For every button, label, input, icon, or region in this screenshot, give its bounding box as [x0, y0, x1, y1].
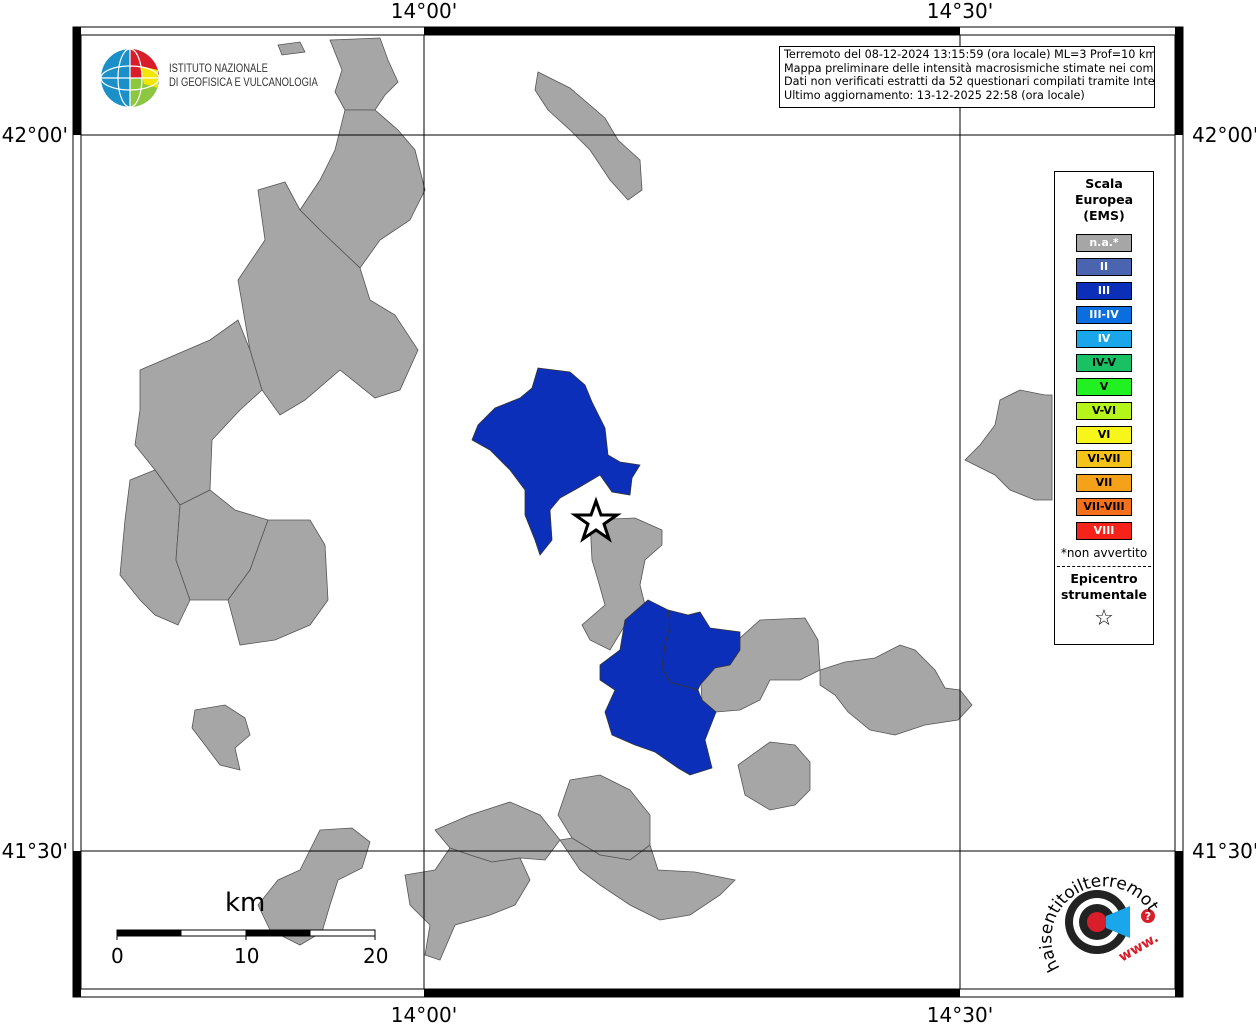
legend-note: *non avvertito [1060, 546, 1148, 560]
haisentito-logo-icon: ? haisentitoilterremoto.it www. [1030, 850, 1162, 975]
lat-label-left-1: 42°00' [2, 123, 68, 147]
info-line-1: Terremoto del 08-12-2024 13:15:59 (ora l… [784, 48, 1155, 61]
epicenter-label: Epicentro strumentale [1060, 571, 1148, 602]
ingv-logo-icon [100, 48, 160, 108]
lon-label-bottom-1: 14°00' [391, 1003, 457, 1024]
legend-swatch: III [1076, 282, 1132, 300]
ems-legend: Scala Europea (EMS) n.a.* II III III-IV IV IV-V… [1054, 171, 1154, 645]
legend-title: Scala Europea (EMS) [1074, 176, 1134, 223]
institute-name: ISTITUTO NAZIONALE DI GEOFISICA E VULCAN… [169, 62, 318, 90]
scale-tick-20: 20 [363, 944, 389, 968]
scale-bar: km 0 10 20 [100, 888, 400, 978]
legend-swatch: V [1076, 378, 1132, 396]
event-info-box: Terremoto del 08-12-2024 13:15:59 (ora l… [779, 46, 1155, 108]
institute-name-line2: DI GEOFISICA E VULCANOLOGIA [169, 77, 318, 89]
legend-swatch: IV [1076, 330, 1132, 348]
lon-label-top-1: 14°00' [391, 0, 457, 23]
lon-label-bottom-2: 14°30' [927, 1003, 993, 1024]
legend-swatch: VI [1076, 426, 1132, 444]
legend-items: n.a.* II III III-IV IV IV-V V V-VI VI VI-VII VII VI… [1055, 234, 1153, 540]
lon-label-top-2: 14°30' [927, 0, 993, 23]
legend-swatch: VI-VII [1076, 450, 1132, 468]
legend-swatch: VIII [1076, 522, 1132, 540]
scale-tick-10: 10 [234, 944, 260, 968]
scale-bar-graphic [116, 929, 376, 940]
legend-swatch: V-VI [1076, 402, 1132, 420]
legend-divider [1057, 566, 1151, 567]
legend-swatch: n.a.* [1076, 234, 1132, 252]
info-line-4: Ultimo aggiornamento: 13-12-2025 22:58 (… [784, 88, 1085, 102]
info-line-3: Dati non verificati estratti da 52 quest… [784, 75, 1155, 88]
legend-swatch: III-IV [1076, 306, 1132, 324]
legend-swatch: IV-V [1076, 354, 1132, 372]
info-line-2: Mappa preliminare delle intensità macros… [784, 61, 1155, 75]
lat-label-right-2: 41°30' [1192, 839, 1256, 863]
institute-name-line1: ISTITUTO NAZIONALE [169, 63, 268, 75]
lat-label-right-1: 42°00' [1192, 123, 1256, 147]
lat-label-left-2: 41°30' [2, 839, 68, 863]
legend-swatch: VII-VIII [1076, 498, 1132, 516]
legend-swatch: II [1076, 258, 1132, 276]
scale-tick-0: 0 [111, 944, 124, 968]
epicenter-legend-star-icon: ☆ [1094, 606, 1114, 631]
legend-swatch: VII [1076, 474, 1132, 492]
